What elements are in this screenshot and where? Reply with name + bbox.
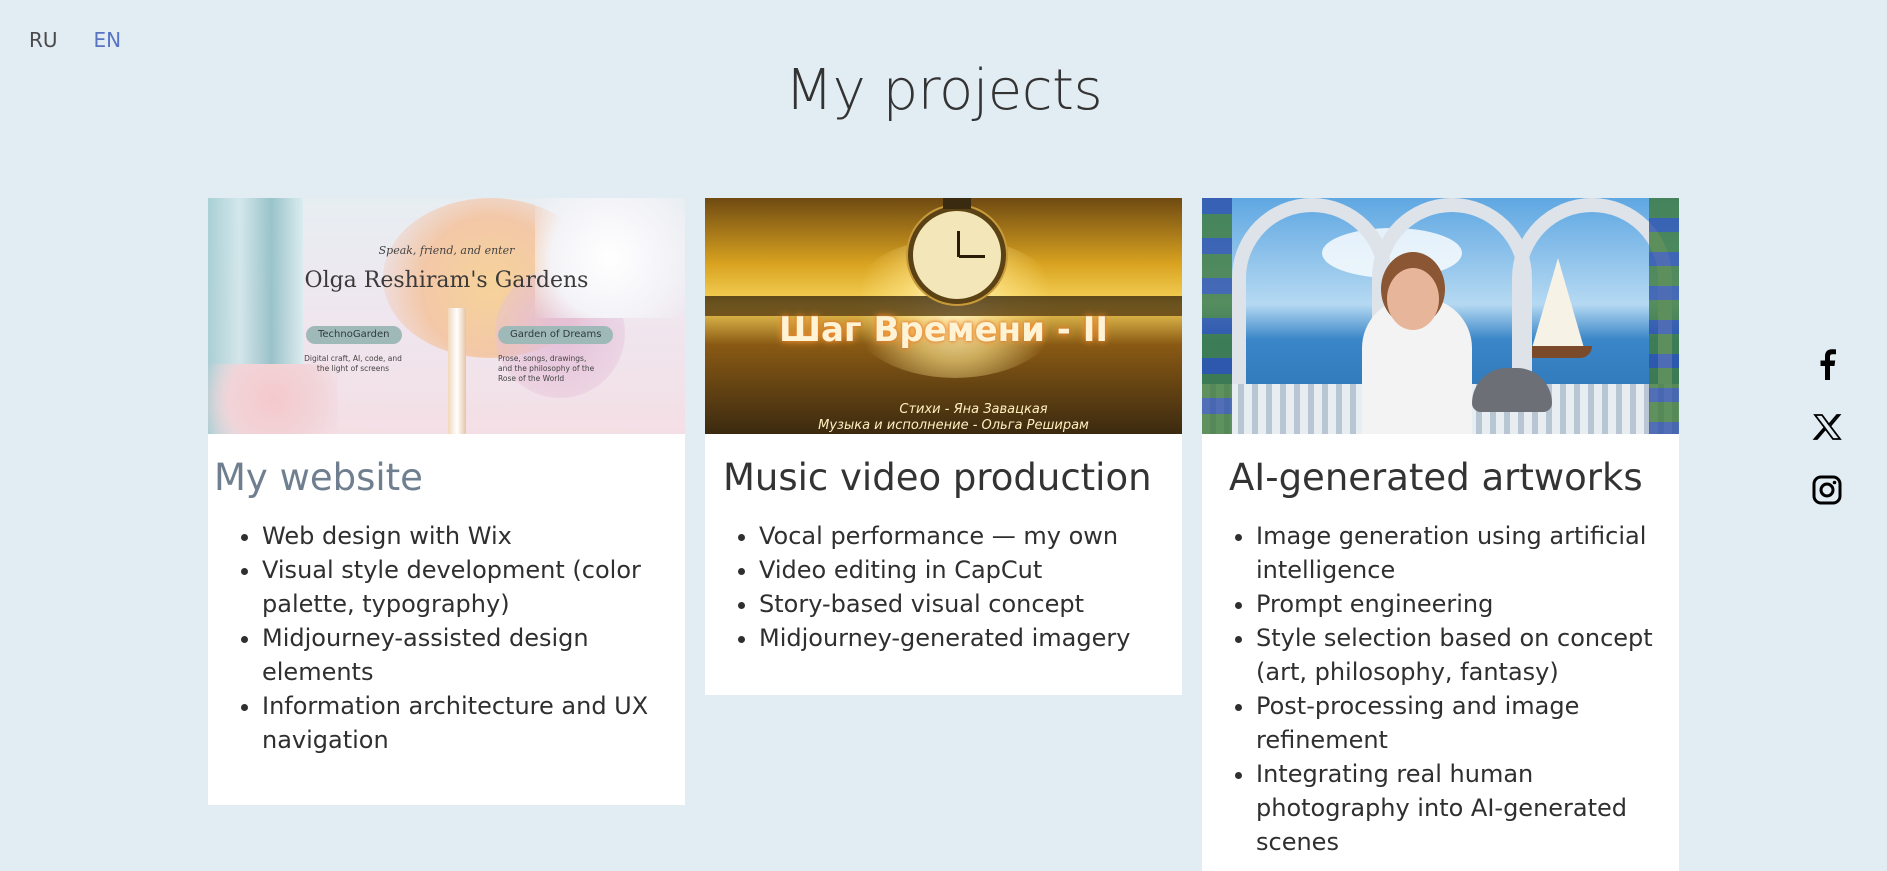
list-item: Visual style development (color palette,…	[262, 553, 659, 621]
list-item: Information architecture and UX navigati…	[262, 689, 659, 757]
card-list: Web design with Wix Visual style develop…	[214, 519, 659, 757]
list-item: Midjourney-assisted design elements	[262, 621, 659, 689]
image-video-title: Шаг Времени - II	[778, 310, 1109, 350]
card-list: Vocal performance — my own Video editing…	[723, 519, 1156, 655]
music-video-preview-image[interactable]: Шаг Времени - II Стихи - Яна Завацкая Му…	[705, 198, 1182, 434]
project-card-ai-artworks[interactable]: AI-generated artworks Image generation u…	[1202, 198, 1679, 871]
list-item: Integrating real human photography into …	[1256, 757, 1653, 859]
project-card-music-video[interactable]: Шаг Времени - II Стихи - Яна Завацкая Му…	[705, 198, 1182, 695]
list-item: Image generation using artificial intell…	[1256, 519, 1653, 587]
projects-grid: Speak, friend, and enter Olga Reshiram's…	[208, 198, 1679, 871]
card-body: Music video production Vocal performance…	[705, 434, 1182, 695]
list-item: Story-based visual concept	[759, 587, 1156, 621]
website-preview-image[interactable]: Speak, friend, and enter Olga Reshiram's…	[208, 198, 685, 434]
list-item: Web design with Wix	[262, 519, 659, 553]
card-body: My website Web design with Wix Visual st…	[208, 434, 685, 805]
list-item: Midjourney-generated imagery	[759, 621, 1156, 655]
instagram-icon[interactable]	[1810, 473, 1844, 507]
image-credit-music: Музыка и исполнение - Ольга Реширам	[818, 418, 1089, 433]
card-title[interactable]: AI-generated artworks	[1229, 456, 1653, 499]
clock-icon	[908, 198, 1006, 304]
image-tagline: Speak, friend, and enter	[378, 244, 515, 257]
list-item: Style selection based on concept (art, p…	[1256, 621, 1653, 689]
page-title: My projects	[784, 58, 1103, 123]
card-body: AI-generated artworks Image generation u…	[1202, 434, 1679, 871]
image-pill-garden-of-dreams: Garden of Dreams	[498, 326, 614, 344]
image-sub-1: Digital craft, AI, code, and the light o…	[304, 354, 402, 373]
lang-en-link[interactable]: EN	[94, 28, 122, 52]
language-switcher: RU EN	[29, 28, 121, 52]
image-site-name: Olga Reshiram's Gardens	[304, 268, 589, 293]
list-item: Prompt engineering	[1256, 587, 1653, 621]
facebook-icon[interactable]	[1810, 347, 1844, 381]
list-item: Video editing in CapCut	[759, 553, 1156, 587]
image-pill-technogarden: TechnoGarden	[306, 326, 402, 344]
x-icon[interactable]	[1810, 410, 1844, 444]
image-credit-lyrics: Стихи - Яна Завацкая	[899, 402, 1048, 417]
ai-artwork-preview-image[interactable]	[1202, 198, 1679, 434]
card-title[interactable]: My website	[214, 456, 659, 499]
card-title[interactable]: Music video production	[723, 456, 1156, 499]
social-links	[1810, 347, 1844, 507]
lang-ru-link[interactable]: RU	[29, 28, 58, 52]
project-card-website[interactable]: Speak, friend, and enter Olga Reshiram's…	[208, 198, 685, 805]
card-list: Image generation using artificial intell…	[1229, 519, 1653, 859]
list-item: Post-processing and image refinement	[1256, 689, 1653, 757]
list-item: Vocal performance — my own	[759, 519, 1156, 553]
image-sub-2: Prose, songs, drawings, and the philosop…	[498, 354, 595, 383]
